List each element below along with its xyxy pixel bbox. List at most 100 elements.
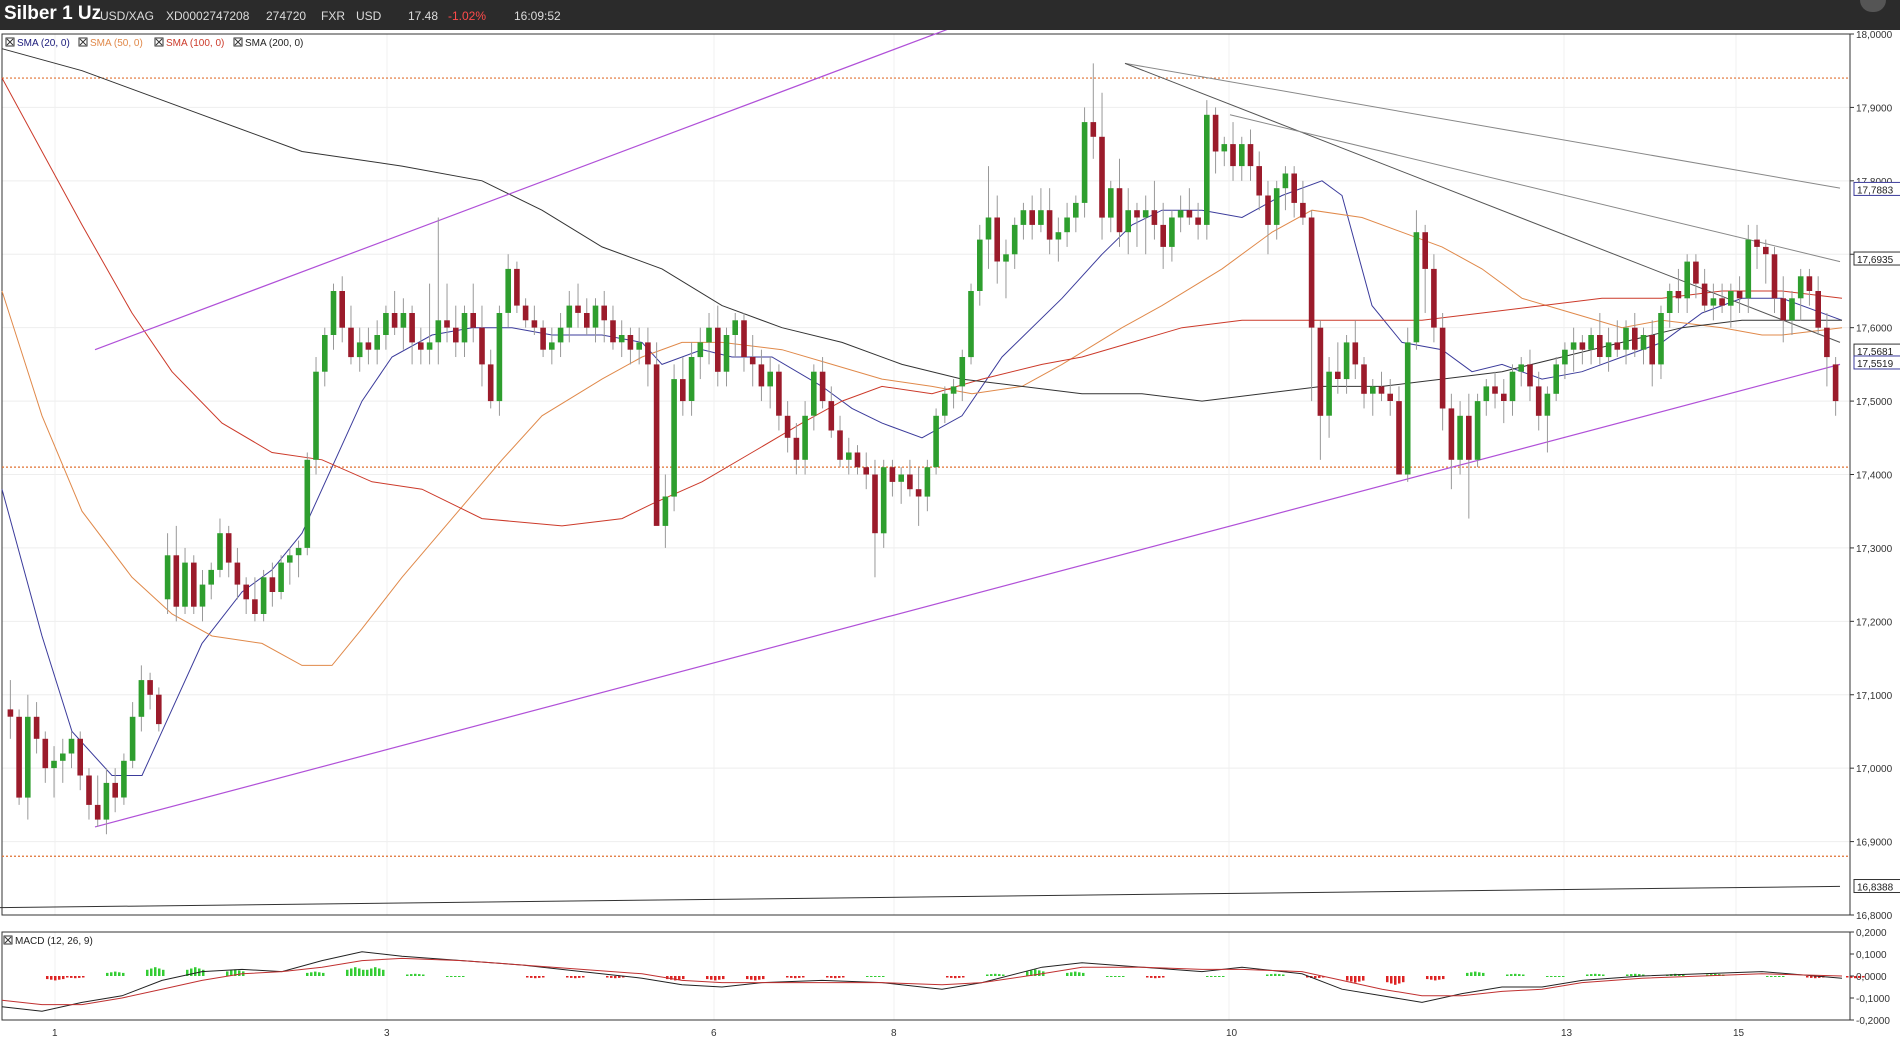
header-handle-icon[interactable] <box>1860 0 1886 12</box>
macd-histogram-bar <box>458 976 461 977</box>
macd-histogram-bar <box>678 976 681 980</box>
bullish-candle <box>1570 342 1577 350</box>
bullish-candle <box>51 760 57 769</box>
macd-histogram-bar <box>1078 972 1081 976</box>
bearish-candle <box>1361 364 1367 394</box>
macd-histogram-bar <box>1214 976 1217 977</box>
macd-histogram-bar <box>310 972 313 976</box>
macd-histogram-bar <box>1466 972 1469 976</box>
legend-item-sma20[interactable]: SMA (20, 0) <box>5 37 70 49</box>
bullish-candle <box>426 342 433 350</box>
macd-histogram-bar <box>58 976 61 980</box>
bullish-candle <box>182 562 188 607</box>
macd-histogram-bar <box>834 976 837 979</box>
macd-histogram-bar <box>114 971 117 976</box>
bearish-candle <box>915 489 922 497</box>
macd-histogram-bar <box>382 969 385 976</box>
macd-histogram-bar <box>202 969 205 976</box>
macd-histogram-bar <box>1438 976 1441 980</box>
bullish-candle <box>1273 188 1280 225</box>
macd-histogram-bar <box>62 976 65 980</box>
macd-histogram-bar <box>1602 974 1605 976</box>
legend-label-sma20: SMA (20, 0) <box>17 38 70 49</box>
macd-histogram-bar <box>990 974 993 976</box>
macd-histogram-bar <box>1278 974 1281 976</box>
bullish-candle <box>1204 114 1210 225</box>
macd-histogram-bar <box>1038 970 1041 976</box>
macd-histogram-bar <box>842 976 845 978</box>
macd-histogram-bar <box>1386 976 1389 983</box>
macd-histogram-bar <box>50 976 53 980</box>
macd-histogram-bar <box>874 976 877 977</box>
bearish-candle <box>1308 217 1315 328</box>
macd-histogram-bar <box>958 976 961 978</box>
bullish-candle <box>1081 122 1088 203</box>
bearish-candle <box>1527 364 1533 387</box>
bullish-candle <box>688 357 695 401</box>
bullish-candle <box>1003 254 1009 262</box>
bullish-candle <box>278 562 284 592</box>
bearish-candle <box>86 775 92 805</box>
bearish-candle <box>1247 144 1254 167</box>
bearish-candle <box>531 320 538 328</box>
macd-histogram-bar <box>838 976 841 978</box>
macd-histogram-bar <box>346 969 349 976</box>
macd-histogram-bar <box>706 976 709 980</box>
bullish-candle <box>592 305 599 328</box>
bearish-candle <box>1335 371 1341 379</box>
macd-histogram-bar <box>1270 974 1273 976</box>
bearish-candle <box>601 305 607 321</box>
macd-histogram-bar <box>1778 976 1781 977</box>
price-change: -1.02% <box>448 9 487 23</box>
price-axis: 18,000017,900017,800017,700017,600017,50… <box>1850 30 1893 922</box>
bearish-candle <box>1212 114 1219 152</box>
bullish-candle <box>898 474 904 482</box>
y-tick-label: 17,1000 <box>1856 691 1893 702</box>
bearish-candle <box>1675 291 1682 299</box>
macd-histogram-bar <box>1846 976 1849 978</box>
macd-histogram-bar <box>718 976 721 980</box>
bullish-candle <box>618 335 625 343</box>
macd-histogram-bar <box>538 976 541 978</box>
isin-code: XD0002747208 <box>166 9 250 23</box>
macd-histogram-bar <box>354 967 357 976</box>
price-chart[interactable]: 18,000017,900017,800017,700017,600017,50… <box>0 30 1900 1041</box>
bearish-candle <box>784 415 791 438</box>
macd-histogram-bar <box>1506 974 1509 976</box>
bearish-candle <box>1780 298 1786 321</box>
bearish-candle <box>1806 276 1813 291</box>
macd-histogram-bar <box>1318 976 1321 978</box>
macd-histogram-bar <box>1218 976 1221 977</box>
bullish-candle <box>400 313 407 328</box>
bearish-candle <box>1579 342 1586 350</box>
bullish-candle <box>1684 261 1690 299</box>
bearish-candle <box>1431 268 1437 328</box>
macd-histogram-bar <box>1110 976 1113 977</box>
bearish-candle <box>776 371 782 416</box>
macd-histogram-bar <box>1106 976 1109 977</box>
legend-item-sma200[interactable]: SMA (200, 0) <box>233 37 303 49</box>
bullish-candle <box>435 320 442 343</box>
bullish-candle <box>968 291 974 358</box>
legend-item-sma50[interactable]: SMA (50, 0) <box>78 37 143 49</box>
macd-tick-label: -0,2000 <box>1856 1016 1890 1027</box>
bearish-candle <box>1501 393 1507 401</box>
bearish-candle <box>749 357 756 365</box>
macd-histogram-bar <box>154 967 157 976</box>
legend-item-sma100[interactable]: SMA (100, 0) <box>154 37 224 49</box>
bearish-candle <box>994 217 1000 262</box>
macd-histogram-bar <box>410 974 413 976</box>
macd-histogram-bar <box>1442 976 1445 980</box>
macd-histogram-bar <box>78 976 81 978</box>
macd-histogram-bar <box>370 968 373 976</box>
macd-histogram-bar <box>1210 976 1213 977</box>
bullish-candle <box>1108 188 1114 218</box>
macd-histogram-bar <box>54 976 57 981</box>
y-tick-label: 17,2000 <box>1856 617 1893 628</box>
macd-histogram-bar <box>1154 976 1157 979</box>
bullish-candle <box>933 415 939 468</box>
legend-item-macd[interactable]: MACD (12, 26, 9) <box>3 935 93 947</box>
bullish-candle <box>1509 371 1516 402</box>
macd-histogram-bar <box>1482 972 1485 976</box>
bullish-candle <box>942 393 948 416</box>
